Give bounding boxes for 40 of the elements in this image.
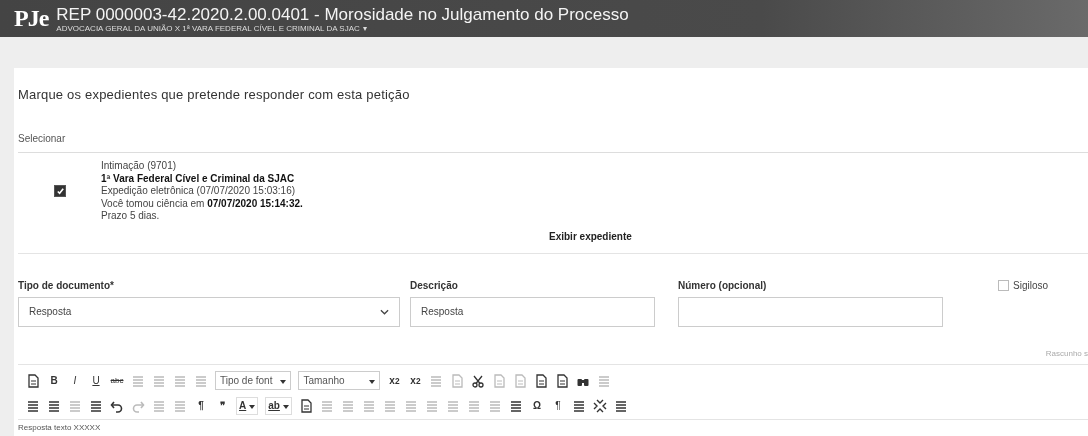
toolbar-button[interactable]: ¶ [550, 397, 565, 414]
parties-subtitle: ADVOCACIA GERAL DA UNIÃO X 1ª VARA FEDERAL CÍVEL E CRIMINAL DA SJAC [56, 23, 360, 33]
editor-text: Resposta texto XXXXX [18, 421, 102, 432]
toolbar-button[interactable]: abc [110, 372, 124, 389]
column-header: Selecionar [18, 133, 1088, 153]
field-label: Descrição [410, 279, 459, 291]
instruction-text: Marque os expedientes que pretende responder com esta petição [18, 86, 411, 102]
draft-status: Rascunho s [1045, 348, 1088, 358]
field-label: Número (opcional) [678, 279, 768, 291]
checkbox[interactable] [54, 185, 66, 198]
detail-text: Intimação (9701) [101, 160, 178, 173]
toolbar-button[interactable]: ❞ [215, 397, 229, 414]
view-link[interactable]: Exibir expediente [549, 230, 632, 253]
color-button[interactable]: ab [265, 396, 292, 415]
color-button[interactable]: A [236, 396, 259, 415]
toolbar-button[interactable]: U [89, 372, 103, 389]
document-icon[interactable] [534, 372, 549, 389]
checkbox-label: Sigiloso [1013, 279, 1049, 291]
document-icon[interactable] [26, 372, 40, 389]
logo: PJe [14, 5, 49, 32]
detail-text: Você tomou ciência em 07/07/2020 15:14:32. [101, 197, 303, 211]
toolbar-dropdown[interactable]: Tipo de font [215, 371, 292, 391]
field-label: Tipo de documento* [18, 279, 115, 291]
document-icon[interactable] [555, 372, 570, 389]
process-title: REP 0000003-42.2020.2.00.0401 - Morosidade no Julgamento do Processo [56, 4, 629, 24]
checkbox[interactable] [998, 279, 1009, 291]
description-field[interactable]: Resposta [410, 296, 655, 327]
document-type-select[interactable]: Resposta [18, 296, 400, 327]
detail-text: Prazo 5 dias. [101, 210, 161, 223]
toolbar-button[interactable]: B [47, 372, 61, 389]
toolbar-button[interactable]: ¶ [194, 397, 208, 414]
toolbar-button[interactable]: Ω [529, 397, 544, 414]
toolbar-dropdown[interactable]: Tamanho [298, 371, 381, 391]
toolbar-button[interactable]: I [68, 372, 82, 389]
detail-text: Expedição eletrônica (07/07/2020 15:03:16) [101, 185, 297, 198]
caret-icon[interactable]: ▾ [362, 23, 367, 33]
number-field[interactable] [678, 296, 943, 327]
document-icon[interactable] [298, 397, 313, 414]
detail-text: 1ª Vara Federal Cível e Criminal da SJAC [101, 172, 296, 186]
expand-icon[interactable] [592, 397, 607, 414]
